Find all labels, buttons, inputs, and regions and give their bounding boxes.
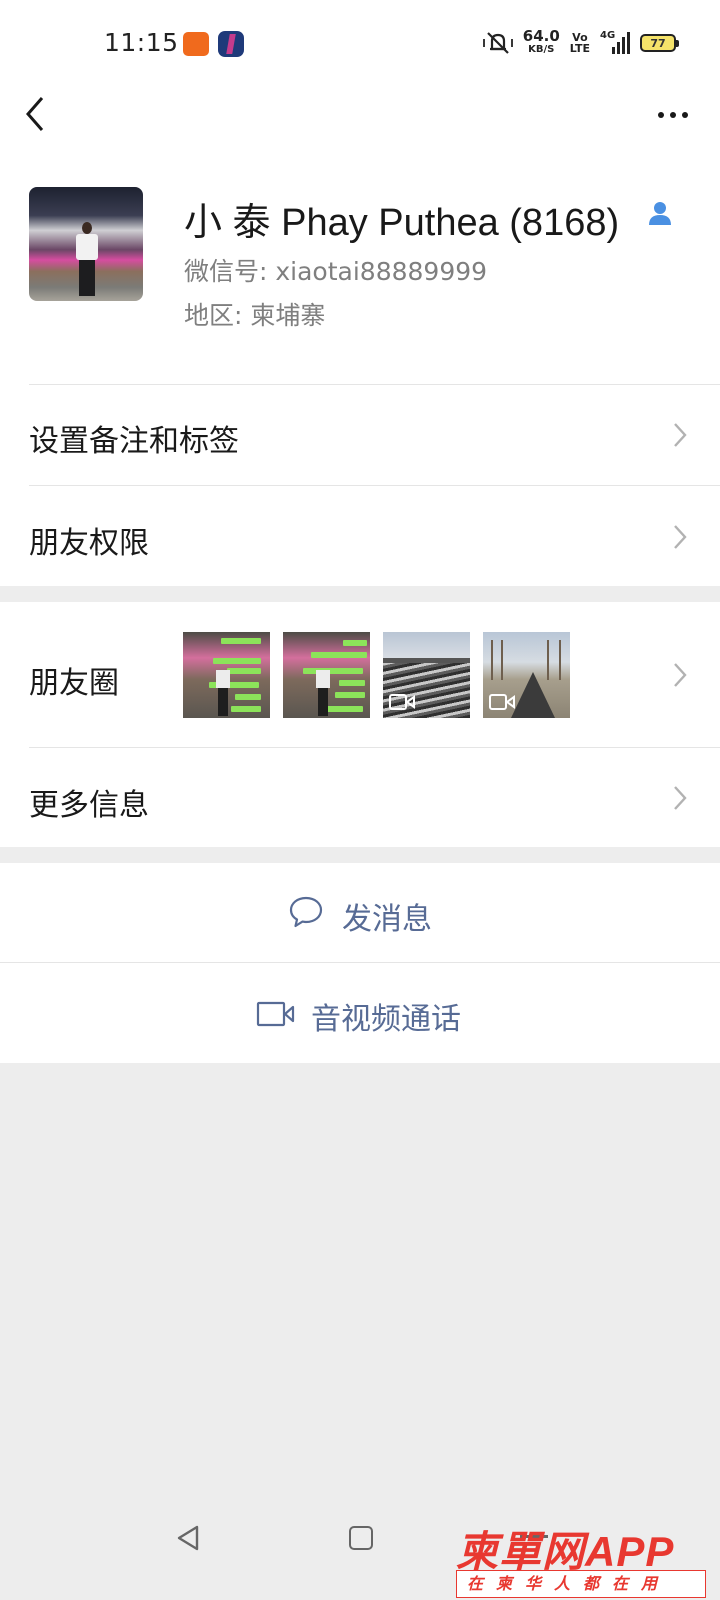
video-icon — [389, 694, 415, 710]
avatar[interactable] — [29, 187, 143, 301]
send-message-label: 发消息 — [342, 902, 432, 937]
more-options-icon[interactable] — [648, 100, 698, 130]
video-call-label: 音视频通话 — [311, 1002, 461, 1037]
back-arrow-icon[interactable] — [18, 92, 58, 136]
nav-home-icon[interactable] — [349, 1526, 373, 1550]
nav-back-icon[interactable] — [175, 1524, 201, 1552]
chevron-right-icon — [674, 423, 687, 447]
volte-indicator: Vo LTE — [569, 31, 590, 55]
notification-app-icon — [183, 32, 209, 56]
status-bar: 11:15 64.0 KB/S Vo LTE 4G 77 — [0, 0, 720, 90]
send-message-button[interactable]: 发消息 — [0, 863, 720, 963]
chevron-right-icon — [674, 525, 687, 549]
mute-icon — [482, 32, 513, 54]
watermark-app: APP — [585, 1528, 675, 1575]
remark-tags-label: 设置备注和标签 — [29, 424, 239, 459]
network-speed: 64.0 KB/S — [522, 27, 560, 56]
watermark-brand: 柬單网 — [456, 1527, 586, 1576]
contact-person-icon — [649, 202, 671, 225]
signal-icon: 4G — [600, 30, 630, 54]
wechat-id: 微信号: xiaotai88889999 — [184, 257, 488, 286]
more-info-label: 更多信息 — [29, 788, 149, 823]
moment-thumbnail[interactable] — [183, 632, 270, 718]
contact-region: 地区: 柬埔寨 — [184, 301, 326, 330]
chevron-right-icon — [674, 786, 687, 810]
moments-thumbnails[interactable] — [183, 632, 570, 718]
moments-label: 朋友圈 — [29, 666, 119, 701]
status-indicators: 64.0 KB/S Vo LTE 4G 77 — [482, 27, 679, 58]
chevron-right-icon — [674, 663, 687, 687]
notification-game-icon — [218, 31, 244, 57]
status-time: 11:15 — [104, 28, 179, 57]
video-camera-icon — [256, 1001, 295, 1027]
remark-tags-row[interactable]: 设置备注和标签 — [0, 385, 720, 485]
moment-thumbnail[interactable] — [283, 632, 370, 718]
watermark-slogan: 在柬华人都在用 — [456, 1570, 706, 1598]
more-info-row[interactable]: 更多信息 — [0, 747, 720, 847]
video-call-button[interactable]: 音视频通话 — [0, 963, 720, 1063]
watermark-logo: 柬單网APP 在柬华人都在用 — [456, 1518, 714, 1600]
friend-permissions-label: 朋友权限 — [29, 526, 149, 561]
friend-permissions-row[interactable]: 朋友权限 — [0, 486, 720, 586]
video-icon — [489, 694, 515, 710]
battery-icon: 77 — [640, 34, 679, 52]
divider — [29, 747, 720, 748]
contact-name: 小 泰 Phay Puthea (8168) — [184, 202, 620, 244]
moment-video-thumbnail[interactable] — [483, 632, 570, 718]
moment-video-thumbnail[interactable] — [383, 632, 470, 718]
chat-bubble-icon — [289, 896, 323, 928]
